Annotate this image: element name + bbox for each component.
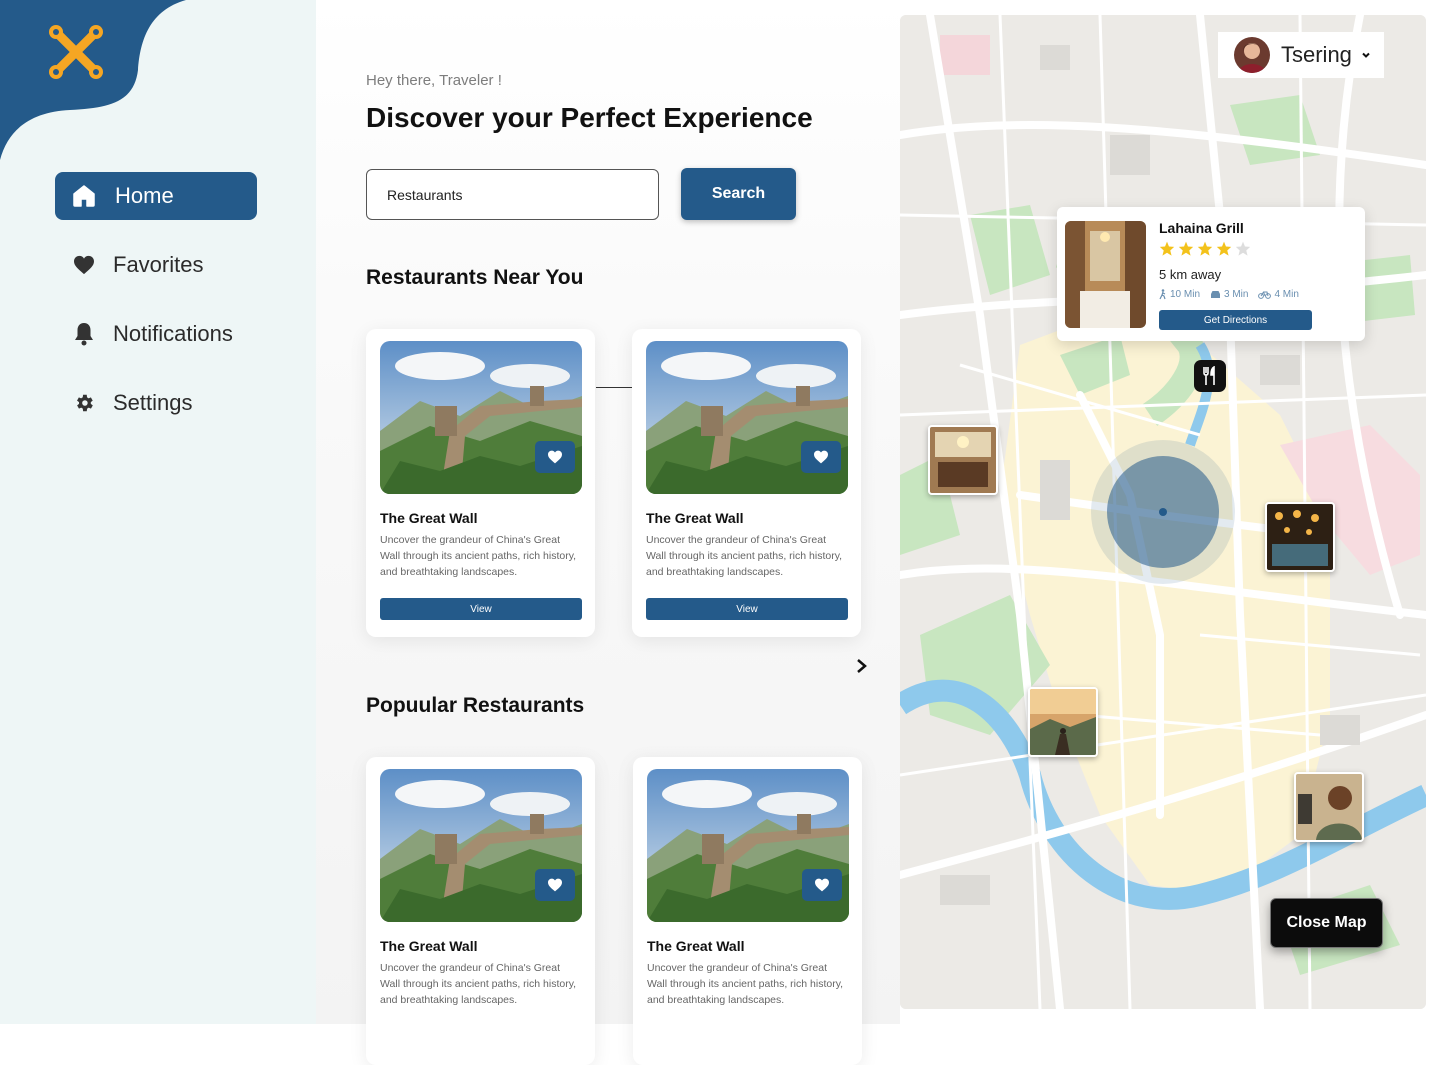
bike-icon	[1258, 291, 1272, 299]
card-description: Uncover the grandeur of China's Great Wa…	[380, 534, 577, 578]
map-photo-marker[interactable]	[1265, 502, 1335, 572]
sidebar-item-favorites[interactable]: Favorites	[55, 241, 257, 289]
sidebar-item-label: Home	[115, 183, 174, 208]
place-distance: 5 km away	[1159, 267, 1222, 282]
view-button[interactable]: View	[380, 598, 582, 620]
heart-icon	[815, 878, 829, 892]
avatar	[1234, 37, 1270, 73]
logo-icon[interactable]	[44, 20, 108, 84]
sidebar: Home Favorites Notifications Settings	[0, 0, 316, 1024]
rating-stars	[1159, 241, 1251, 256]
search-input[interactable]	[366, 169, 659, 220]
map-photo-marker[interactable]	[1028, 687, 1098, 757]
page-title: Discover your Perfect Experience	[366, 102, 813, 133]
travel-times: 10 Min 3 Min 4 Min	[1159, 289, 1299, 300]
card-title: The Great Wall	[380, 938, 478, 954]
place-info-card[interactable]: Lahaina Grill 5 km away 10 Min 3 Min 4 M…	[1057, 207, 1365, 341]
map-view[interactable]	[900, 15, 1426, 1009]
sidebar-item-label: Notifications	[113, 321, 233, 346]
star-icon	[1197, 241, 1213, 256]
card-description: Uncover the grandeur of China's Great Wa…	[380, 962, 577, 1006]
star-icon	[1159, 241, 1175, 256]
main-content: Hey there, Traveler ! Discover your Perf…	[316, 0, 900, 1065]
card-title: The Great Wall	[647, 938, 745, 954]
heart-icon	[71, 252, 97, 278]
sidebar-item-home[interactable]: Home	[55, 172, 257, 220]
view-button[interactable]: View	[646, 598, 848, 620]
place-name: Lahaina Grill	[1159, 220, 1244, 236]
heart-icon	[548, 878, 562, 892]
sidebar-item-label: Favorites	[113, 252, 204, 277]
get-directions-button[interactable]: Get Directions	[1159, 310, 1312, 330]
card-title: The Great Wall	[646, 510, 744, 526]
search-button[interactable]: Search	[681, 168, 796, 220]
card-description: Uncover the grandeur of China's Great Wa…	[647, 962, 844, 1006]
sidebar-item-notifications[interactable]: Notifications	[55, 310, 257, 358]
restaurant-card[interactable]: The Great Wall Uncover the grandeur of C…	[366, 329, 595, 637]
drive-time: 3 Min	[1210, 289, 1248, 300]
star-icon	[1235, 241, 1251, 256]
restaurant-pin[interactable]	[1194, 360, 1226, 392]
close-map-button[interactable]: Close Map	[1270, 898, 1383, 948]
map-photo-marker[interactable]	[928, 425, 998, 495]
bell-icon	[71, 321, 97, 347]
greeting: Hey there, Traveler !	[366, 72, 502, 89]
card-description: Uncover the grandeur of China's Great Wa…	[646, 534, 843, 578]
restaurant-card[interactable]: The Great Wall Uncover the grandeur of C…	[366, 757, 595, 1065]
bike-time: 4 Min	[1258, 289, 1299, 300]
sidebar-item-label: Settings	[113, 390, 193, 415]
walk-time: 10 Min	[1159, 289, 1200, 300]
restaurant-photo	[1065, 221, 1146, 328]
section-title-popular: Popuular Restaurants	[366, 694, 585, 717]
restaurant-card[interactable]: The Great Wall Uncover the grandeur of C…	[633, 757, 862, 1065]
restaurant-card[interactable]: The Great Wall Uncover the grandeur of C…	[632, 329, 861, 637]
map-photo-marker[interactable]	[1294, 772, 1364, 842]
favorite-button[interactable]	[535, 441, 575, 473]
user-name: Tsering	[1281, 42, 1352, 67]
car-icon	[1211, 291, 1221, 298]
chevron-down-icon	[1362, 52, 1370, 58]
card-title: The Great Wall	[380, 510, 478, 526]
chevron-right-icon[interactable]	[854, 657, 870, 675]
heart-icon	[548, 450, 562, 464]
favorite-button[interactable]	[802, 869, 842, 901]
divider	[596, 387, 632, 388]
star-icon	[1178, 241, 1194, 256]
favorite-button[interactable]	[801, 441, 841, 473]
home-icon	[71, 183, 97, 209]
walk-icon	[1159, 289, 1166, 300]
sidebar-item-settings[interactable]: Settings	[55, 379, 257, 427]
sidebar-nav: Home Favorites Notifications Settings	[55, 172, 257, 448]
fork-knife-icon	[1203, 366, 1215, 385]
heart-icon	[814, 450, 828, 464]
map-canvas[interactable]	[900, 15, 1426, 1009]
user-menu[interactable]: Tsering	[1218, 32, 1384, 78]
star-icon	[1216, 241, 1232, 256]
section-title-nearby: Restaurants Near You	[366, 266, 584, 289]
favorite-button[interactable]	[535, 869, 575, 901]
gear-icon	[71, 390, 97, 416]
